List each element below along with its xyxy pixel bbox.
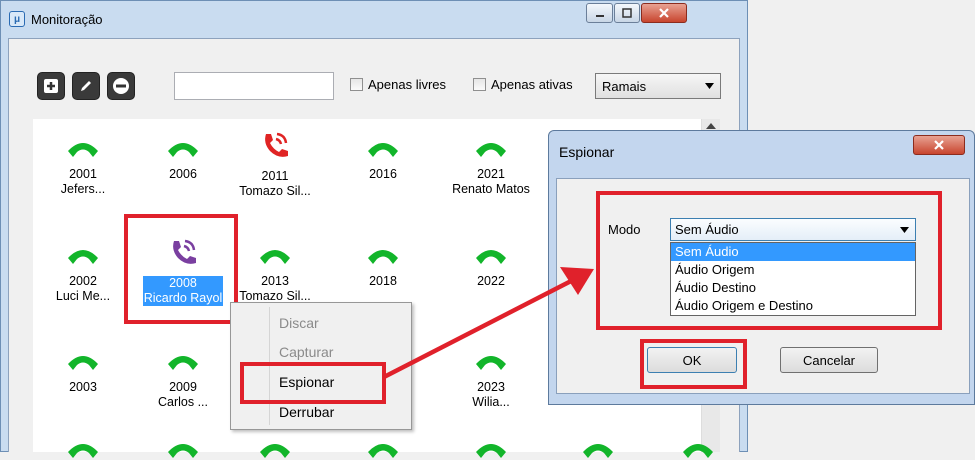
extension-label: 2013 Tomazo Sil... xyxy=(225,274,325,304)
extension-2006[interactable]: 2006 xyxy=(133,137,233,182)
espionar-highlight xyxy=(240,362,386,404)
minimize-icon xyxy=(595,15,604,17)
extension-label: 2009 Carlos ... xyxy=(133,380,233,410)
extension-2009[interactable]: 2009 Carlos ... xyxy=(133,350,233,410)
extension-name: Renato Matos xyxy=(452,182,530,196)
filter-select-value: Ramais xyxy=(602,78,647,94)
extension-number: 2006 xyxy=(169,167,197,181)
phone-idle-icon xyxy=(260,250,290,264)
extension-label: 2003 xyxy=(33,380,133,395)
ok-highlight xyxy=(640,339,747,389)
phone-idle-icon xyxy=(260,444,290,458)
extension-label: 2001 Jefers... xyxy=(33,167,133,197)
partial-row xyxy=(33,430,713,458)
extension-2002[interactable]: 2002 Luci Me... xyxy=(33,244,133,304)
extension-label: 2021 Renato Matos xyxy=(441,167,541,197)
extension-number: 2021 xyxy=(477,167,505,181)
phone-idle-icon xyxy=(368,444,398,458)
minus-icon xyxy=(113,78,129,94)
phone-in-call-icon xyxy=(265,132,288,157)
phone-idle-icon xyxy=(168,143,198,157)
close-icon xyxy=(934,140,944,150)
only-active-label: Apenas ativas xyxy=(491,77,573,92)
extension-number: 2013 xyxy=(261,274,289,288)
extension-name: Wilia... xyxy=(472,395,510,409)
phone-idle-icon xyxy=(68,356,98,370)
edit-button[interactable] xyxy=(72,72,100,100)
chevron-down-icon xyxy=(705,83,714,89)
phone-idle-icon xyxy=(368,143,398,157)
phone-idle-icon xyxy=(168,356,198,370)
extension-label: 2011 Tomazo Sil... xyxy=(225,169,325,199)
extension-name: Luci Me... xyxy=(55,289,111,303)
phone-idle-icon xyxy=(476,444,506,458)
maximize-button[interactable] xyxy=(614,3,640,23)
phone-idle-icon xyxy=(68,444,98,458)
extension-number: 2016 xyxy=(369,167,397,181)
phone-idle-icon xyxy=(68,143,98,157)
remove-button[interactable] xyxy=(107,72,135,100)
dialog-title: Espionar xyxy=(559,144,615,160)
close-icon xyxy=(659,8,669,18)
add-button[interactable] xyxy=(37,72,65,100)
minimize-button[interactable] xyxy=(586,3,613,23)
close-button[interactable] xyxy=(641,3,687,23)
extension-name: Tomazo Sil... xyxy=(239,184,311,198)
extension-label: 2016 xyxy=(333,167,433,182)
menu-item-discar[interactable]: Discar xyxy=(279,315,319,331)
extension-number: 2003 xyxy=(69,380,97,394)
menu-item-capturar[interactable]: Capturar xyxy=(279,344,333,360)
extension-number: 2002 xyxy=(69,274,97,288)
cancel-button[interactable]: Cancelar xyxy=(780,347,878,373)
window-title-bar: μ Monitoração xyxy=(9,7,103,31)
phone-idle-icon xyxy=(68,250,98,264)
extension-2021[interactable]: 2021 Renato Matos xyxy=(441,137,541,197)
phone-idle-icon xyxy=(476,143,506,157)
extension-2001[interactable]: 2001 Jefers... xyxy=(33,137,133,197)
selected-extension-highlight xyxy=(124,214,238,324)
app-icon: μ xyxy=(9,11,25,27)
scroll-up-icon xyxy=(706,123,716,129)
extension-number: 2001 xyxy=(69,167,97,181)
extension-name: Jefers... xyxy=(60,182,106,196)
dialog-close-button[interactable] xyxy=(913,135,965,155)
extension-label: 2002 Luci Me... xyxy=(33,274,133,304)
red-arrow-annotation xyxy=(382,267,594,380)
search-input[interactable] xyxy=(174,72,334,100)
phone-idle-icon xyxy=(683,444,713,458)
menu-item-derrubar[interactable]: Derrubar xyxy=(279,404,334,420)
extension-number: 2009 xyxy=(169,380,197,394)
filter-select[interactable]: Ramais xyxy=(595,73,721,99)
only-free-checkbox[interactable] xyxy=(350,78,363,91)
window-title: Monitoração xyxy=(31,11,103,27)
only-free-label: Apenas livres xyxy=(368,77,447,92)
extension-number: 2011 xyxy=(261,169,289,183)
extension-2011[interactable]: 2011 Tomazo Sil... xyxy=(225,131,325,199)
extension-label: 2006 xyxy=(133,167,233,182)
extension-name: Carlos ... xyxy=(157,395,208,409)
pencil-icon xyxy=(81,81,91,91)
only-active-checkbox[interactable] xyxy=(473,78,486,91)
phone-idle-icon xyxy=(583,444,613,458)
extension-2013[interactable]: 2013 Tomazo Sil... xyxy=(225,244,325,304)
maximize-icon xyxy=(622,8,632,18)
phone-idle-icon xyxy=(168,444,198,458)
mode-highlight xyxy=(596,191,942,330)
extension-2016[interactable]: 2016 xyxy=(333,137,433,182)
plus-icon xyxy=(44,79,58,93)
extension-2003[interactable]: 2003 xyxy=(33,350,133,395)
